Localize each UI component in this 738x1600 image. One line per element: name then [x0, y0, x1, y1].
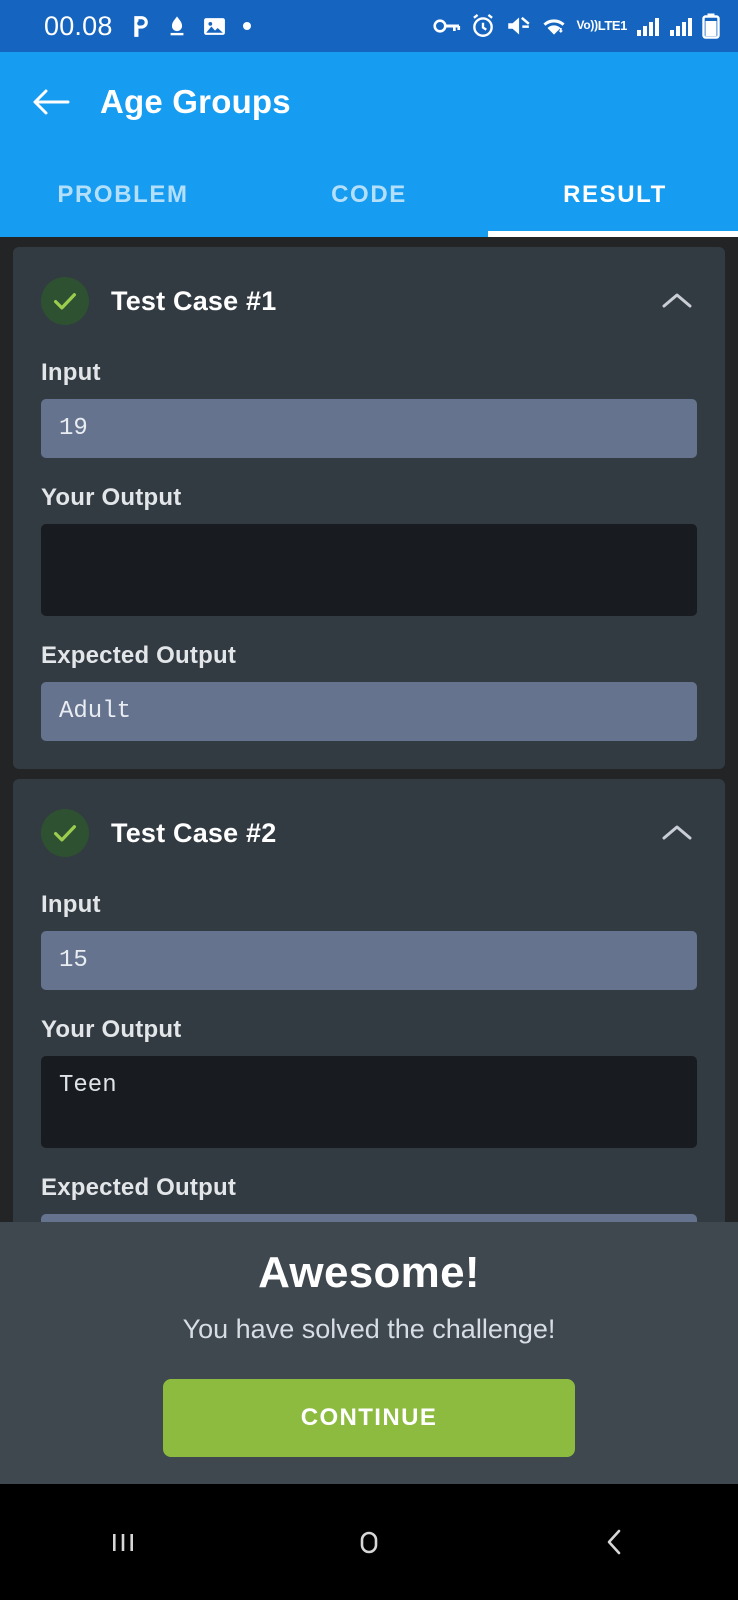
- expected-output-label: Expected Output: [41, 642, 237, 669]
- signal-bars-2-icon: [669, 14, 693, 38]
- success-title: Awesome!: [258, 1248, 480, 1297]
- volte-icon: Vo)) LTE1: [576, 18, 628, 34]
- arrow-back-icon[interactable]: [30, 81, 72, 123]
- success-sheet: Awesome! You have solved the challenge! …: [0, 1222, 738, 1484]
- volte-line-1: Vo)): [576, 18, 599, 33]
- test-case-title: Test Case #2: [111, 817, 277, 848]
- mute-icon: [505, 13, 531, 39]
- your-output-value: [41, 524, 697, 616]
- app-bar: Age Groups PROBLEM CODE RESULT: [0, 52, 738, 237]
- tab-bar: PROBLEM CODE RESULT: [0, 152, 738, 237]
- continue-button[interactable]: CONTINUE: [163, 1379, 575, 1457]
- test-case-header[interactable]: Test Case #2: [41, 801, 697, 865]
- volte-line-2: LTE1: [597, 18, 628, 34]
- signal-bars-1-icon: [636, 14, 660, 38]
- input-value: 19: [41, 399, 697, 458]
- vpn-key-icon: [432, 13, 461, 39]
- your-output-label: Your Output: [41, 1016, 182, 1043]
- input-value: 15: [41, 931, 697, 990]
- home-icon[interactable]: [309, 1484, 429, 1600]
- your-output-value: Teen: [41, 1056, 697, 1148]
- dot-icon: [241, 20, 253, 32]
- download-manager-icon: [166, 14, 188, 39]
- status-bar-clock: 00.08: [44, 10, 113, 41]
- test-case-title: Test Case #1: [111, 285, 277, 316]
- wifi-icon: [540, 13, 568, 39]
- your-output-label: Your Output: [41, 484, 182, 511]
- nav-back-icon[interactable]: [555, 1484, 675, 1600]
- alarm-icon: [470, 13, 496, 39]
- android-nav-bar: [0, 1484, 738, 1600]
- input-label: Input: [41, 359, 101, 386]
- status-bar-right: Vo)) LTE1: [432, 13, 720, 39]
- expected-output-value: Adult: [41, 682, 697, 741]
- chevron-up-icon[interactable]: [657, 813, 697, 853]
- tab-result[interactable]: RESULT: [492, 152, 738, 237]
- recents-icon[interactable]: [63, 1484, 183, 1600]
- expected-output-label: Expected Output: [41, 1174, 237, 1201]
- gallery-icon: [202, 14, 227, 39]
- app-badge-icon: [127, 14, 152, 39]
- tab-problem[interactable]: PROBLEM: [0, 152, 246, 237]
- test-case-card[interactable]: Test Case #1 Input 19 Your Output Expect…: [13, 247, 725, 769]
- phone-screen: 00.08 Vo)) LTE1 Age Groups PROBLEM CODE …: [0, 0, 738, 1600]
- chevron-up-icon[interactable]: [657, 281, 697, 321]
- page-title: Age Groups: [100, 83, 291, 120]
- input-label: Input: [41, 891, 101, 918]
- app-bar-top: Age Groups: [0, 52, 738, 152]
- status-bar-left: 00.08: [44, 11, 253, 42]
- check-icon: [41, 277, 89, 325]
- test-case-header[interactable]: Test Case #1: [41, 269, 697, 333]
- check-icon: [41, 809, 89, 857]
- tab-code[interactable]: CODE: [246, 152, 492, 237]
- success-subtitle: You have solved the challenge!: [182, 1314, 556, 1344]
- status-bar: 00.08 Vo)) LTE1: [0, 0, 738, 52]
- battery-icon: [702, 13, 720, 39]
